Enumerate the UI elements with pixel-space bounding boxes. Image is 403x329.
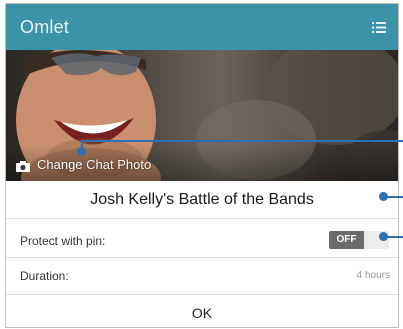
divider (6, 257, 398, 258)
duration-value[interactable]: 4 hours (357, 270, 390, 281)
protect-with-pin-label: Protect with pin: (20, 234, 106, 248)
camera-icon (16, 159, 30, 172)
chat-title[interactable]: Josh Kelly's Battle of the Bands (6, 182, 398, 218)
app-title: Omlet (20, 17, 70, 37)
toggle-off-state: OFF (329, 231, 364, 249)
change-photo-button[interactable]: Change Chat Photo (16, 153, 151, 175)
chat-settings-dialog: Omlet Change Chat Photo Josh Kelly's Bat… (5, 3, 399, 328)
callout-line-toggle (386, 236, 403, 238)
callout-line-photo-horizontal (81, 140, 403, 142)
app-header: Omlet (6, 4, 398, 50)
change-photo-label: Change Chat Photo (37, 156, 152, 172)
callout-line-title (386, 196, 403, 198)
divider (6, 294, 398, 295)
ok-button[interactable]: OK (6, 300, 398, 327)
divider (6, 218, 398, 219)
list-menu-icon[interactable] (372, 22, 386, 33)
duration-label: Duration: (20, 269, 69, 283)
